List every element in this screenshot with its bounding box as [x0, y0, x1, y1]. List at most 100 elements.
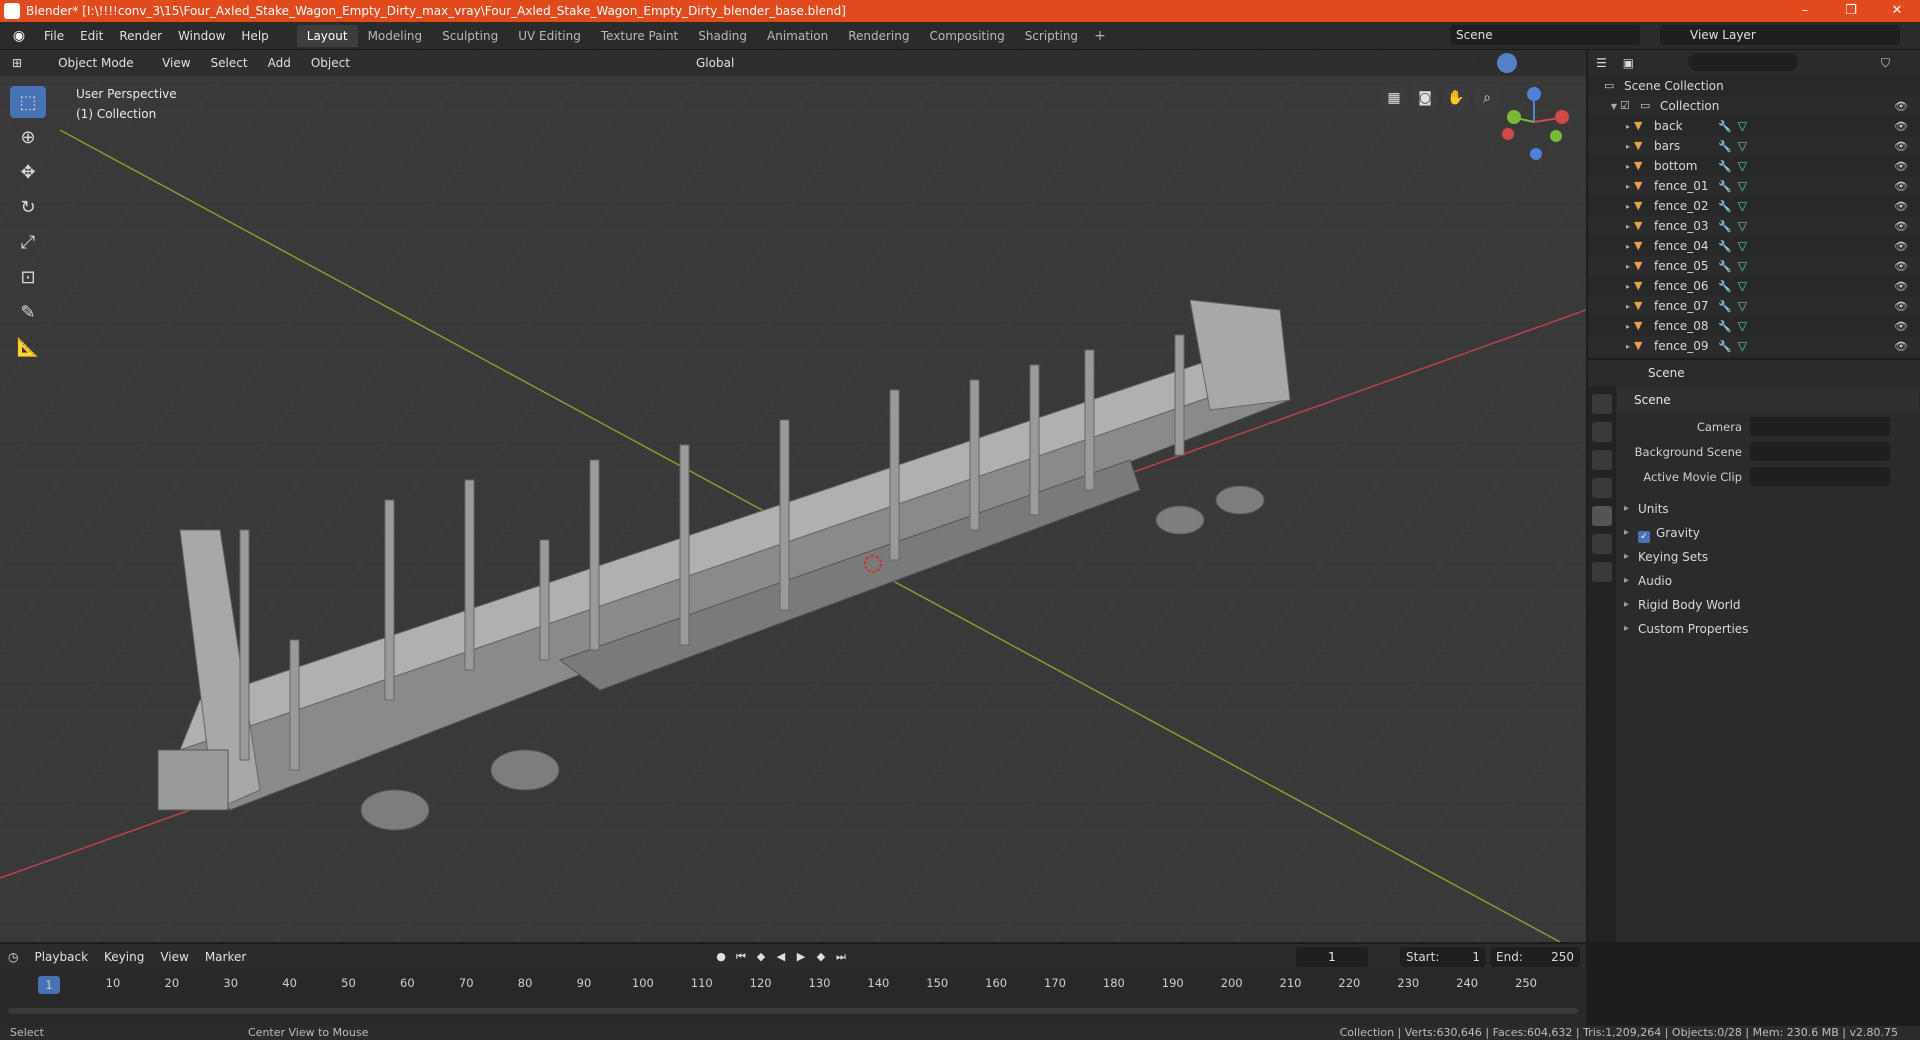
- units-panel[interactable]: Units: [1618, 497, 1918, 521]
- visibility-eye-icon[interactable]: 👁: [1894, 340, 1908, 353]
- visibility-eye-icon[interactable]: 👁: [1894, 140, 1908, 153]
- timeline-menu-view[interactable]: View: [152, 950, 196, 964]
- outliner-item-fence_08[interactable]: ▸ ▼ fence_08 🔧 ▽ 👁: [1588, 316, 1920, 336]
- play-icon[interactable]: ▶: [792, 948, 810, 966]
- cursor-tool-icon[interactable]: ⊕: [10, 121, 46, 153]
- checkbox-icon[interactable]: ☑: [1620, 100, 1632, 112]
- expand-triangle-icon[interactable]: ▸: [1622, 322, 1634, 331]
- gizmo-neg-x-icon[interactable]: [1502, 128, 1514, 140]
- outliner-item-fence_07[interactable]: ▸ ▼ fence_07 🔧 ▽ 👁: [1588, 296, 1920, 316]
- visibility-eye-icon[interactable]: 👁: [1894, 100, 1908, 113]
- modifier-icon[interactable]: 🔧: [1718, 220, 1738, 233]
- play-reverse-icon[interactable]: ◀: [772, 948, 790, 966]
- visibility-eye-icon[interactable]: 👁: [1894, 160, 1908, 173]
- outliner-item-fence_04[interactable]: ▸ ▼ fence_04 🔧 ▽ 👁: [1588, 236, 1920, 256]
- modifier-icon[interactable]: 🔧: [1718, 260, 1738, 273]
- start-frame-field[interactable]: Start: 1: [1400, 947, 1486, 967]
- timeline-scrollbar[interactable]: [8, 1008, 1578, 1014]
- rotate-tool-icon[interactable]: ↻: [10, 191, 46, 223]
- mesh-data-icon[interactable]: ▽: [1738, 339, 1747, 353]
- filter-icon[interactable]: ⛉: [1881, 56, 1890, 71]
- editor-type-icon[interactable]: ⊞: [4, 53, 30, 73]
- menu-edit[interactable]: Edit: [72, 22, 111, 50]
- outliner-item-fence_05[interactable]: ▸ ▼ fence_05 🔧 ▽ 👁: [1588, 256, 1920, 276]
- wireframe-shading-icon[interactable]: [1476, 53, 1496, 73]
- toggle-camera-view-icon[interactable]: ▦: [1380, 84, 1408, 112]
- mesh-data-icon[interactable]: ▽: [1738, 319, 1747, 333]
- record-icon[interactable]: ●: [712, 948, 730, 966]
- scene-tab-icon[interactable]: [1592, 506, 1612, 526]
- modifier-icon[interactable]: 🔧: [1718, 140, 1738, 153]
- pan-view-icon[interactable]: ✋: [1442, 84, 1470, 112]
- material-shading-icon[interactable]: [1518, 53, 1538, 73]
- transform-orientation-dropdown[interactable]: Global: [674, 53, 750, 73]
- visibility-eye-icon[interactable]: 👁: [1894, 220, 1908, 233]
- keying-sets-panel[interactable]: Keying Sets: [1618, 545, 1918, 569]
- end-frame-field[interactable]: End: 250: [1490, 947, 1580, 967]
- active-movie-clip-input[interactable]: [1750, 467, 1890, 486]
- tab-uv-editing[interactable]: UV Editing: [508, 25, 591, 47]
- gizmo-z-icon[interactable]: [1527, 87, 1541, 101]
- annotate-tool-icon[interactable]: ✎: [10, 296, 46, 328]
- modifier-icon[interactable]: 🔧: [1718, 340, 1738, 353]
- jump-start-icon[interactable]: ⏮: [732, 948, 750, 966]
- current-frame-input[interactable]: 1: [1296, 947, 1368, 967]
- rendered-shading-icon[interactable]: [1539, 53, 1559, 73]
- viewport-menu-object[interactable]: Object: [303, 53, 358, 73]
- tab-texture-paint[interactable]: Texture Paint: [591, 25, 688, 47]
- modifier-icon[interactable]: 🔧: [1718, 320, 1738, 333]
- tab-scripting[interactable]: Scripting: [1015, 25, 1088, 47]
- expand-triangle-icon[interactable]: ▸: [1622, 122, 1634, 131]
- next-keyframe-icon[interactable]: ◆: [812, 948, 830, 966]
- 3d-viewport[interactable]: ⊞ Object Mode View Select Add Object Glo…: [0, 50, 1586, 942]
- current-frame-marker[interactable]: 1: [38, 976, 60, 994]
- menu-window[interactable]: Window: [170, 22, 233, 50]
- outliner-item-fence_01[interactable]: ▸ ▼ fence_01 🔧 ▽ 👁: [1588, 176, 1920, 196]
- scale-tool-icon[interactable]: ⤢: [10, 226, 46, 258]
- menu-help[interactable]: Help: [233, 22, 276, 50]
- mesh-data-icon[interactable]: ▽: [1738, 219, 1747, 233]
- zoom-view-icon[interactable]: ⌕: [1473, 84, 1501, 112]
- mesh-data-icon[interactable]: ▽: [1738, 279, 1747, 293]
- camera-input[interactable]: [1750, 417, 1890, 436]
- solid-shading-icon[interactable]: [1497, 53, 1517, 73]
- visibility-eye-icon[interactable]: 👁: [1894, 280, 1908, 293]
- outliner-item-bottom[interactable]: ▸ ▼ bottom 🔧 ▽ 👁: [1588, 156, 1920, 176]
- frame-ruler[interactable]: 1 10 20 30 40 50 60 70 80 90 100 110 120 130 140 150 160…: [0, 974, 1586, 994]
- render-tab-icon[interactable]: [1592, 422, 1612, 442]
- display-mode-icon[interactable]: ▣: [1615, 56, 1642, 70]
- mesh-data-icon[interactable]: ▽: [1738, 119, 1747, 133]
- tab-modeling[interactable]: Modeling: [358, 25, 433, 47]
- tab-layout[interactable]: Layout: [296, 24, 358, 47]
- expand-triangle-icon[interactable]: ▸: [1622, 302, 1634, 311]
- expand-triangle-icon[interactable]: ▸: [1622, 222, 1634, 231]
- outliner-editor-type-icon[interactable]: ☰: [1588, 56, 1615, 70]
- modifier-icon[interactable]: 🔧: [1718, 280, 1738, 293]
- maximize-button[interactable]: ❐: [1828, 0, 1874, 22]
- visibility-eye-icon[interactable]: 👁: [1894, 260, 1908, 273]
- modifier-icon[interactable]: 🔧: [1718, 240, 1738, 253]
- outliner-item-fence_06[interactable]: ▸ ▼ fence_06 🔧 ▽ 👁: [1588, 276, 1920, 296]
- expand-triangle-icon[interactable]: ▸: [1622, 142, 1634, 151]
- collapse-triangle-icon[interactable]: ▼: [1608, 102, 1620, 111]
- view-layer-tab-icon[interactable]: [1592, 478, 1612, 498]
- visibility-eye-icon[interactable]: 👁: [1894, 120, 1908, 133]
- menu-file[interactable]: File: [36, 22, 72, 50]
- tab-sculpting[interactable]: Sculpting: [432, 25, 508, 47]
- blender-logo-icon[interactable]: ◉: [10, 27, 28, 45]
- minimize-button[interactable]: –: [1782, 0, 1828, 22]
- expand-triangle-icon[interactable]: ▸: [1622, 282, 1634, 291]
- outliner-search-input[interactable]: [1688, 53, 1798, 71]
- tab-animation[interactable]: Animation: [757, 25, 838, 47]
- scene-selector[interactable]: Scene: [1450, 25, 1640, 45]
- viewport-menu-add[interactable]: Add: [260, 53, 299, 73]
- timeline-menu-marker[interactable]: Marker: [197, 950, 254, 964]
- rigid-body-world-panel[interactable]: Rigid Body World: [1618, 593, 1918, 617]
- tab-compositing[interactable]: Compositing: [919, 25, 1014, 47]
- modifier-icon[interactable]: 🔧: [1718, 300, 1738, 313]
- expand-triangle-icon[interactable]: ▸: [1622, 182, 1634, 191]
- measure-tool-icon[interactable]: 📐: [10, 331, 46, 363]
- move-tool-icon[interactable]: ✥: [10, 156, 46, 188]
- expand-triangle-icon[interactable]: ▸: [1622, 262, 1634, 271]
- modifier-icon[interactable]: 🔧: [1718, 120, 1738, 133]
